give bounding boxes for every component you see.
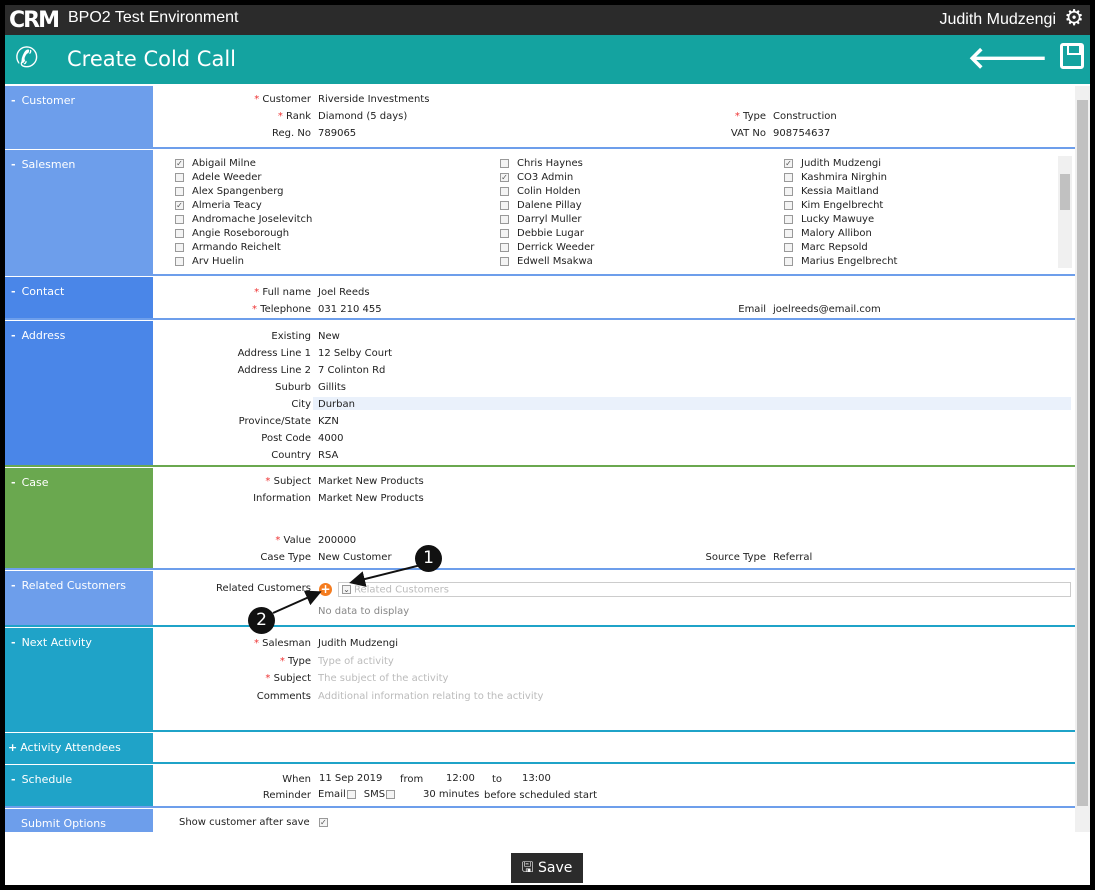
app-window: CRM BPO2 Test Environment Judith Mudzeng… (5, 5, 1090, 885)
annotation-arrows (272, 563, 426, 614)
floppy-disk-icon: 🖫 (521, 860, 534, 876)
callout-1: 1 (415, 545, 442, 572)
callout-2: 2 (248, 607, 275, 634)
save-button[interactable]: 🖫 Save (511, 853, 583, 883)
